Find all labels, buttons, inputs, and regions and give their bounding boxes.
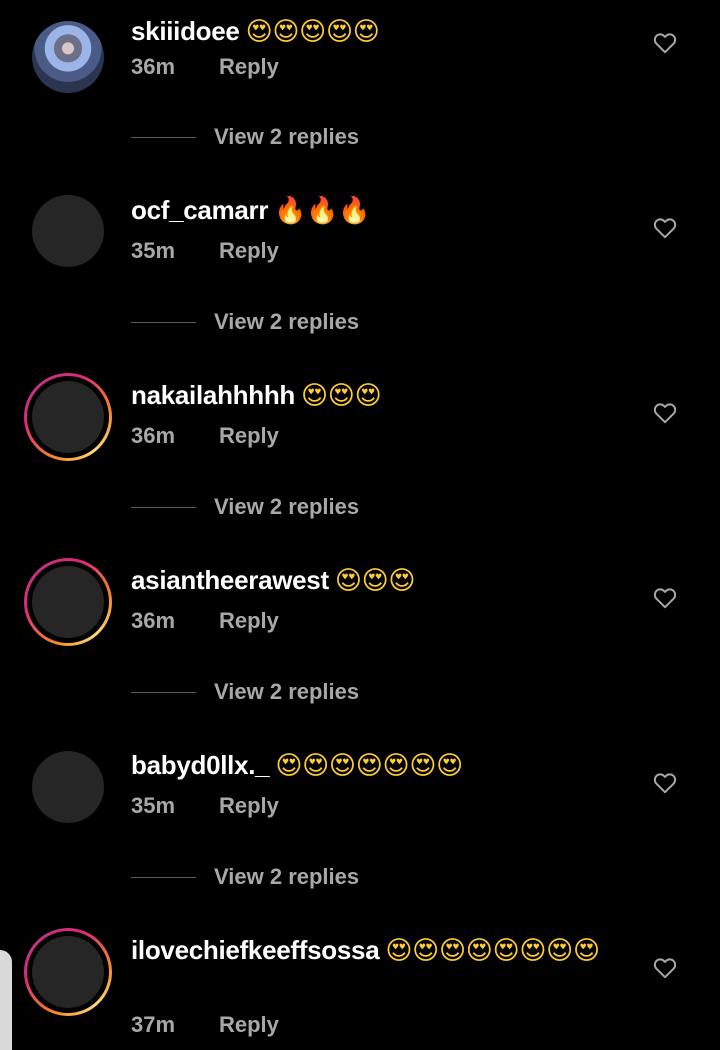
view-replies-button[interactable]: View 2 replies [131, 492, 359, 522]
reply-button[interactable]: Reply [219, 53, 279, 81]
username[interactable]: skiiidoee [131, 16, 240, 46]
view-replies-label: View 2 replies [214, 494, 360, 519]
comment-item: ilovechiefkeeffsossa 😍😍😍😍😍😍😍😍 37m Reply [0, 928, 720, 1050]
reply-button[interactable]: Reply [219, 792, 279, 820]
heart-outline-icon[interactable] [652, 400, 678, 426]
avatar[interactable] [24, 13, 112, 101]
comment-text: 🔥🔥🔥 [274, 196, 371, 226]
view-replies-label: View 2 replies [214, 864, 360, 889]
username[interactable]: ilovechiefkeeffsossa [131, 935, 380, 965]
comment-header: asiantheerawest 😍😍😍 [131, 563, 631, 598]
heart-outline-icon[interactable] [652, 585, 678, 611]
reply-button[interactable]: Reply [219, 607, 279, 635]
view-replies-button[interactable]: View 2 replies [131, 677, 359, 707]
comment-meta: 37m Reply [131, 1011, 279, 1039]
comment-header: nakailahhhhh 😍😍😍 [131, 378, 631, 413]
reply-button[interactable]: Reply [219, 237, 279, 265]
timestamp: 37m [131, 1012, 176, 1037]
replies-divider [131, 876, 196, 878]
timestamp: 36m [131, 54, 176, 79]
comment-item: asiantheerawest 😍😍😍 36m Reply View 2 repli… [0, 558, 720, 760]
comment-meta: 36m Reply [131, 53, 279, 81]
username[interactable]: nakailahhhhh [131, 380, 295, 410]
reply-button[interactable]: Reply [219, 422, 279, 450]
username[interactable]: babyd0llx._ [131, 750, 270, 780]
avatar[interactable] [24, 743, 112, 831]
username[interactable]: ocf_camarr [131, 195, 269, 225]
comments-list: skiiidoee 😍😍😍😍😍 36m Reply View 2 replies o… [0, 0, 720, 1050]
replies-divider [131, 691, 196, 693]
comment-item: babyd0llx._ 😍😍😍😍😍😍😍 35m Reply View 2 repli… [0, 750, 720, 945]
edge-handle[interactable] [0, 950, 12, 1050]
comment-item: ocf_camarr 🔥🔥🔥 35m Reply View 2 replies [0, 195, 720, 390]
comment-header: ilovechiefkeeffsossa 😍😍😍😍😍😍😍😍 [131, 933, 611, 968]
comment-header: babyd0llx._ 😍😍😍😍😍😍😍 [131, 748, 631, 783]
timestamp: 36m [131, 423, 176, 448]
timestamp: 35m [131, 238, 176, 263]
comment-item: skiiidoee 😍😍😍😍😍 36m Reply View 2 replies [0, 16, 720, 205]
avatar[interactable] [24, 928, 112, 1016]
view-replies-label: View 2 replies [214, 679, 360, 704]
view-replies-button[interactable]: View 2 replies [131, 862, 359, 892]
view-replies-button[interactable]: View 2 replies [131, 307, 359, 337]
timestamp: 35m [131, 793, 176, 818]
comment-meta: 35m Reply [131, 792, 279, 820]
avatar[interactable] [24, 558, 112, 646]
avatar[interactable] [24, 373, 112, 461]
comment-item: nakailahhhhh 😍😍😍 36m Reply View 2 replies [0, 373, 720, 575]
comment-meta: 35m Reply [131, 237, 279, 265]
view-replies-label: View 2 replies [214, 124, 360, 149]
replies-divider [131, 136, 196, 138]
replies-divider [131, 506, 196, 508]
heart-outline-icon[interactable] [652, 30, 678, 56]
heart-outline-icon[interactable] [652, 215, 678, 241]
heart-outline-icon[interactable] [652, 955, 678, 981]
comment-meta: 36m Reply [131, 422, 279, 450]
timestamp: 36m [131, 608, 176, 633]
avatar[interactable] [24, 187, 112, 275]
view-replies-label: View 2 replies [214, 309, 360, 334]
comment-text: 😍😍😍😍😍😍😍 [275, 751, 463, 781]
view-replies-button[interactable]: View 2 replies [131, 122, 359, 152]
replies-divider [131, 321, 196, 323]
comment-text: 😍😍😍😍😍😍😍😍 [385, 936, 600, 966]
comment-header: ocf_camarr 🔥🔥🔥 [131, 193, 631, 228]
comment-meta: 36m Reply [131, 607, 279, 635]
username[interactable]: asiantheerawest [131, 565, 329, 595]
heart-outline-icon[interactable] [652, 770, 678, 796]
comment-header: skiiidoee 😍😍😍😍😍 [131, 14, 631, 49]
comment-text: 😍😍😍 [300, 381, 382, 411]
comment-text: 😍😍😍 [334, 566, 416, 596]
comment-text: 😍😍😍😍😍 [245, 17, 380, 47]
reply-button[interactable]: Reply [219, 1011, 279, 1039]
